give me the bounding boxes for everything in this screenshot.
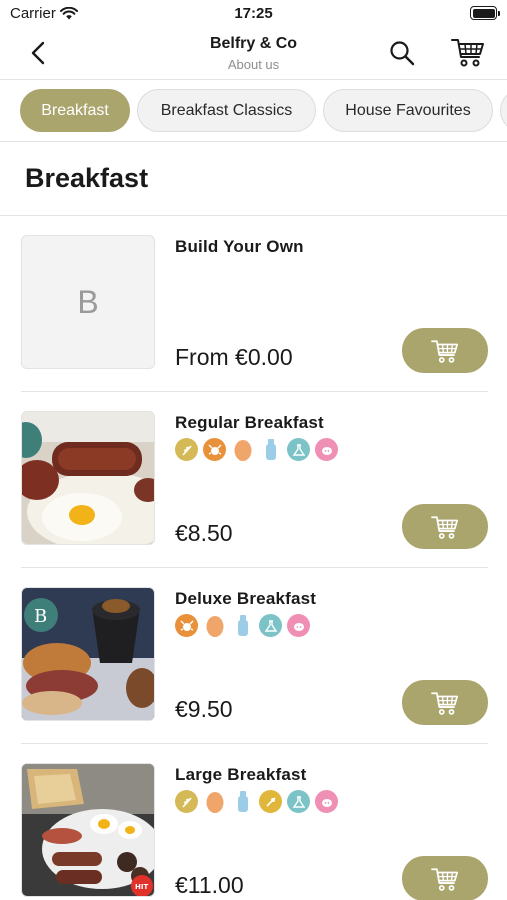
item-photo <box>21 411 155 545</box>
cart-icon[interactable] <box>450 36 486 68</box>
add-to-cart-button[interactable] <box>402 328 488 373</box>
status-bar: Carrier 17:25 <box>0 0 507 28</box>
item-price: €9.50 <box>175 696 233 722</box>
egg-icon <box>203 614 226 637</box>
allergen-list <box>175 614 310 637</box>
sulphites-icon <box>287 438 310 461</box>
item-name: Build Your Own <box>175 237 304 256</box>
pork-icon <box>315 438 338 461</box>
cart-icon <box>431 867 459 891</box>
status-time: 17:25 <box>234 5 273 22</box>
milk-icon <box>231 614 254 637</box>
svg-text:B: B <box>34 606 47 627</box>
gluten-icon <box>175 438 198 461</box>
about-us-link[interactable]: About us <box>0 57 507 72</box>
cart-icon <box>431 515 459 539</box>
item-name: Large Breakfast <box>175 765 307 784</box>
breakfast-photo <box>22 412 154 544</box>
breakfast-photo: HIT <box>22 764 154 896</box>
item-price: €8.50 <box>175 520 233 546</box>
add-to-cart-button[interactable] <box>402 856 488 900</box>
item-price: €11.00 <box>175 872 244 898</box>
add-to-cart-button[interactable] <box>402 504 488 549</box>
menu-item[interactable]: B Deluxe Breakfast €9.50 <box>0 568 507 744</box>
menu-item[interactable]: HIT Large Breakfast €11.00 <box>0 744 507 900</box>
menu-item[interactable]: B Build Your Own From €0.00 <box>0 216 507 392</box>
breakfast-photo: B <box>22 588 154 720</box>
cart-icon <box>431 691 459 715</box>
battery-icon <box>470 6 500 20</box>
svg-text:HIT: HIT <box>135 883 148 891</box>
cart-icon <box>431 339 459 363</box>
tab-more[interactable] <box>500 89 507 132</box>
navigation-bar: Belfry & Co About us <box>0 28 507 80</box>
tab-breakfast-classics[interactable]: Breakfast Classics <box>137 89 316 132</box>
tab-house-favourites[interactable]: House Favourites <box>323 89 493 132</box>
item-name: Deluxe Breakfast <box>175 589 317 608</box>
tab-breakfast[interactable]: Breakfast <box>20 89 130 132</box>
section-title: Breakfast <box>25 163 149 193</box>
egg-icon <box>203 790 226 813</box>
menu-item[interactable]: Regular Breakfast €8.50 <box>0 392 507 568</box>
pork-icon <box>287 614 310 637</box>
crustacean-icon <box>203 438 226 461</box>
milk-icon <box>259 438 282 461</box>
item-photo: HIT <box>21 763 155 897</box>
search-icon[interactable] <box>388 39 416 67</box>
sulphites-icon <box>259 614 282 637</box>
mustard-icon <box>259 790 282 813</box>
item-placeholder-image: B <box>21 235 155 369</box>
item-name: Regular Breakfast <box>175 413 324 432</box>
category-tabs: Breakfast Breakfast Classics House Favou… <box>0 80 507 142</box>
gluten-icon <box>175 790 198 813</box>
egg-icon <box>231 438 254 461</box>
pork-icon <box>315 790 338 813</box>
item-price: From €0.00 <box>175 344 293 370</box>
crustacean-icon <box>175 614 198 637</box>
allergen-list <box>175 438 338 461</box>
restaurant-title: Belfry & Co <box>209 35 298 52</box>
milk-icon <box>231 790 254 813</box>
item-photo: B <box>21 587 155 721</box>
sulphites-icon <box>287 790 310 813</box>
allergen-list <box>175 790 338 813</box>
add-to-cart-button[interactable] <box>402 680 488 725</box>
